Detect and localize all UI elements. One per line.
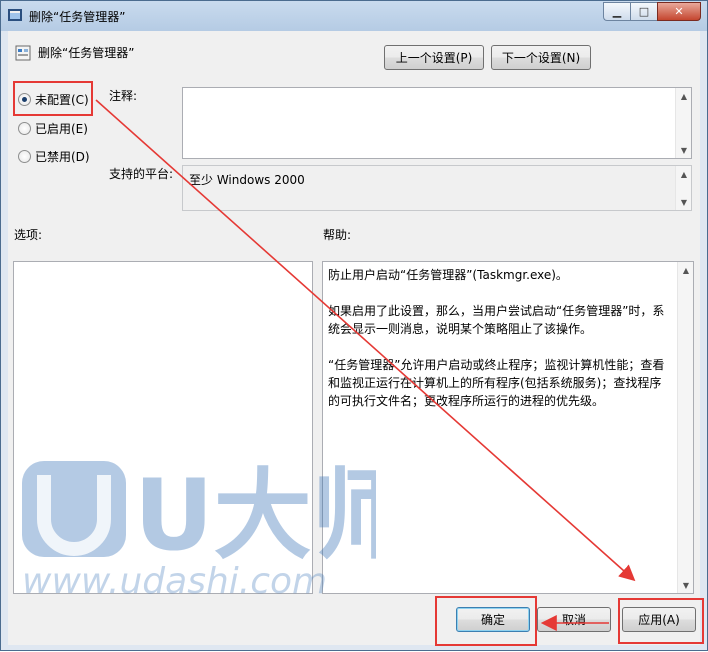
help-text: 防止用户启动“任务管理器”(Taskmgr.exe)。 如果启用了此设置，那么，… xyxy=(328,268,665,408)
platform-value: 至少 Windows 2000 xyxy=(189,173,305,187)
ok-button[interactable]: 确定 xyxy=(456,607,530,632)
title-bar[interactable]: 删除“任务管理器” ▁ □ ✕ xyxy=(1,1,707,31)
radio-circle[interactable] xyxy=(18,150,31,163)
previous-setting-button[interactable]: 上一个设置(P) xyxy=(384,45,484,70)
scroll-up-arrow-icon[interactable]: ▲ xyxy=(676,88,692,104)
scroll-down-arrow-icon[interactable]: ▼ xyxy=(678,577,694,593)
scroll-down-arrow-icon[interactable]: ▼ xyxy=(676,142,692,158)
window-title: 删除“任务管理器” xyxy=(29,10,126,24)
policy-name: 删除“任务管理器” xyxy=(38,46,135,60)
maximize-button[interactable]: □ xyxy=(630,2,657,21)
minimize-button[interactable]: ▁ xyxy=(603,2,630,21)
dialog-window: 删除“任务管理器” ▁ □ ✕ 删除“任务管理器” 上一个设置(P) 下一个设置… xyxy=(0,0,708,651)
apply-button[interactable]: 应用(A) xyxy=(622,607,696,632)
window-controls: ▁ □ ✕ xyxy=(603,2,701,21)
scroll-up-arrow-icon[interactable]: ▲ xyxy=(676,166,692,182)
next-setting-button[interactable]: 下一个设置(N) xyxy=(491,45,591,70)
platform-label: 支持的平台: xyxy=(109,167,174,181)
comment-textarea[interactable]: ▲ ▼ xyxy=(182,87,692,159)
minimize-icon: ▁ xyxy=(612,5,622,18)
platform-field: 至少 Windows 2000 ▲ ▼ xyxy=(182,165,692,211)
scroll-down-arrow-icon[interactable]: ▼ xyxy=(676,194,692,210)
policy-window-icon xyxy=(8,9,22,21)
comment-label: 注释: xyxy=(109,89,138,103)
platform-scrollbar[interactable]: ▲ ▼ xyxy=(675,166,691,210)
radio-label-disabled: 已禁用(D) xyxy=(35,150,90,164)
radio-label-enabled: 已启用(E) xyxy=(35,122,88,136)
options-pane[interactable] xyxy=(13,261,313,594)
cancel-button[interactable]: 取消 xyxy=(537,607,611,632)
close-icon: ✕ xyxy=(674,5,684,18)
radio-disabled[interactable]: 已禁用(D) xyxy=(18,148,90,165)
radio-circle-selected[interactable] xyxy=(18,93,31,106)
radio-enabled[interactable]: 已启用(E) xyxy=(18,120,88,137)
help-scrollbar[interactable]: ▲ ▼ xyxy=(677,262,693,593)
scroll-up-arrow-icon[interactable]: ▲ xyxy=(678,262,694,278)
policy-setting-icon xyxy=(15,45,31,61)
options-label: 选项: xyxy=(14,228,43,242)
help-pane[interactable]: 防止用户启动“任务管理器”(Taskmgr.exe)。 如果启用了此设置，那么，… xyxy=(322,261,694,594)
dialog-client-area: 删除“任务管理器” 上一个设置(P) 下一个设置(N) 未配置(C) 已启用(E… xyxy=(8,31,700,645)
help-label: 帮助: xyxy=(323,228,352,242)
maximize-icon: □ xyxy=(638,5,650,18)
radio-label-not-configured: 未配置(C) xyxy=(35,93,89,107)
radio-circle[interactable] xyxy=(18,122,31,135)
radio-not-configured[interactable]: 未配置(C) xyxy=(18,91,89,108)
comment-scrollbar[interactable]: ▲ ▼ xyxy=(675,88,691,158)
close-button[interactable]: ✕ xyxy=(657,2,701,21)
